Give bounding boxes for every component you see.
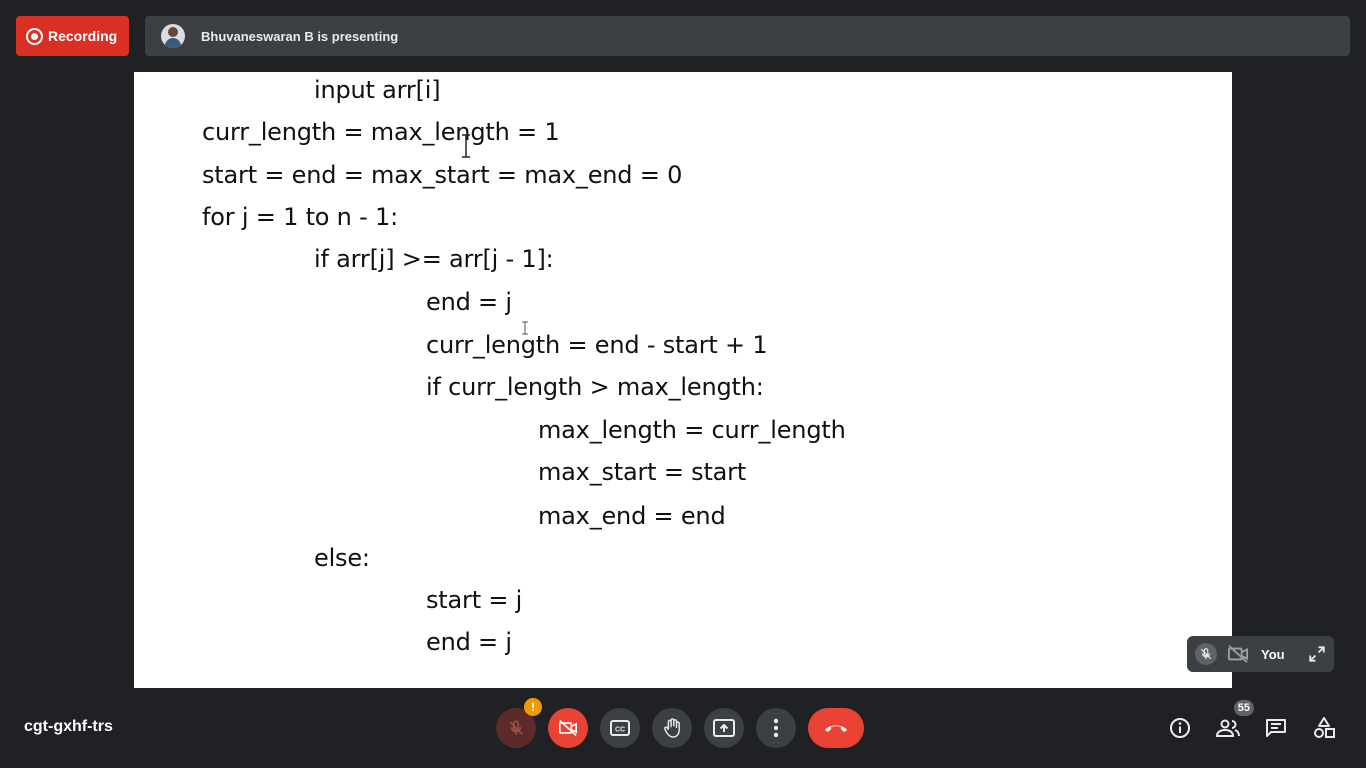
svg-text:CC: CC	[615, 727, 625, 734]
camera-off-icon	[559, 720, 577, 736]
mic-toggle-button[interactable]: !	[496, 698, 542, 748]
code-line: curr_length = end - start + 1	[426, 331, 768, 359]
recording-label: Recording	[48, 28, 118, 44]
meeting-details-button[interactable]	[1164, 712, 1196, 744]
mic-off-icon	[1195, 643, 1217, 665]
camera-toggle-button[interactable]	[548, 708, 588, 748]
code-line: input arr[i]	[314, 76, 441, 104]
code-line: else:	[314, 544, 370, 572]
info-icon	[1170, 718, 1190, 738]
text-cursor-icon	[462, 134, 470, 158]
mic-warning-badge: !	[524, 698, 542, 716]
presenting-banner: Bhuvaneswaran B is presenting	[145, 16, 1350, 56]
code-line: end = j	[426, 288, 512, 316]
more-vert-icon	[773, 718, 779, 738]
text-cursor-icon	[522, 321, 528, 335]
captions-icon: CC	[610, 720, 630, 736]
avatar	[161, 24, 185, 48]
chat-button[interactable]	[1260, 712, 1292, 744]
present-icon	[713, 719, 735, 737]
people-icon	[1215, 719, 1240, 737]
raise-hand-button[interactable]	[652, 708, 692, 748]
code-line: max_length = curr_length	[538, 416, 846, 444]
camera-off-icon	[1228, 645, 1248, 663]
code-line: if arr[j] >= arr[j - 1]:	[314, 245, 554, 273]
code-line: max_start = start	[538, 458, 747, 486]
people-button[interactable]: 55	[1212, 700, 1254, 744]
code-line: curr_length = max_length = 1	[202, 118, 560, 146]
self-view-label: You	[1261, 646, 1285, 662]
leave-call-button[interactable]	[808, 708, 864, 748]
expand-icon[interactable]	[1308, 645, 1326, 663]
code-line: start = j	[426, 586, 523, 614]
captions-button[interactable]: CC	[600, 708, 640, 748]
activities-button[interactable]	[1308, 712, 1340, 744]
code-line: end = j	[426, 628, 512, 656]
presenter-text: Bhuvaneswaran B is presenting	[201, 28, 399, 44]
participant-count-badge: 55	[1233, 700, 1254, 716]
record-icon	[26, 27, 43, 45]
shared-screen: input arr[i] curr_length = max_length = …	[134, 72, 1232, 688]
mic-off-icon	[509, 720, 523, 735]
self-view-tile[interactable]: You	[1187, 636, 1334, 672]
code-line: start = end = max_start = max_end = 0	[202, 161, 683, 189]
meeting-code: cgt-gxhf-trs	[24, 718, 113, 735]
recording-badge[interactable]: Recording	[16, 16, 129, 56]
code-line: max_end = end	[538, 502, 726, 530]
end-call-icon	[825, 725, 847, 732]
more-options-button[interactable]	[756, 708, 796, 748]
raise-hand-icon	[664, 718, 680, 738]
code-line: if curr_length > max_length:	[426, 373, 764, 401]
present-now-button[interactable]	[704, 708, 744, 748]
activities-icon	[1314, 717, 1335, 738]
chat-icon	[1266, 719, 1286, 737]
code-line: for j = 1 to n - 1:	[202, 203, 398, 231]
